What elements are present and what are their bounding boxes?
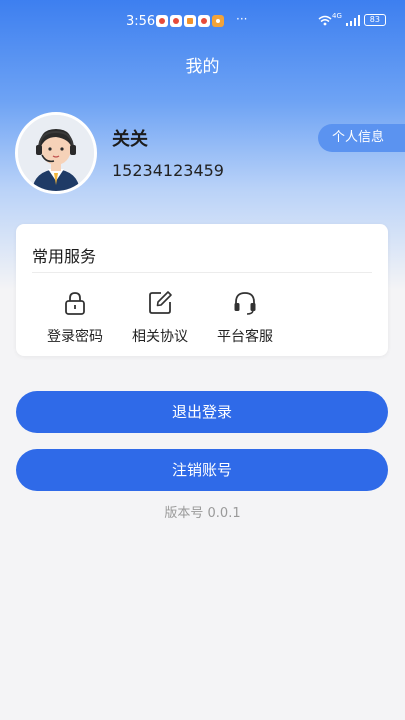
weibo-icon [156,15,168,27]
service-item-customer-service[interactable]: 平台客服 [200,290,290,346]
status-bar: 3:56 ··· 4G 83 [0,12,405,32]
headset-icon [234,292,256,315]
logout-button[interactable]: 退出登录 [16,391,388,433]
wifi-icon [318,15,332,25]
edit-icon [149,291,172,314]
services-card: 常用服务 登录密码 相关协议 平台客服 [16,224,388,356]
video-app-icon [184,15,196,27]
network-type: 4G [332,12,342,20]
services-title: 常用服务 [32,247,97,266]
app-icon [212,15,224,27]
avatar[interactable] [15,112,97,194]
status-time: 3:56 [126,14,156,29]
weibo-icon [198,15,210,27]
page-title: 我的 [185,57,220,77]
service-item-login-password[interactable]: 登录密码 [30,290,120,346]
user-phone: 15234123459 [112,161,224,180]
delete-account-button[interactable]: 注销账号 [16,449,388,491]
more-notifications: ··· [236,12,248,26]
weibo-icon [170,15,182,27]
service-item-label: 相关协议 [132,329,188,345]
customer-service-avatar-icon [18,115,94,191]
service-item-label: 登录密码 [47,329,103,345]
user-name: 关关 [112,129,148,150]
lock-icon [65,292,85,315]
status-indicators: 4G 83 [318,12,386,26]
version-label: 版本号 0.0.1 [164,506,241,521]
profile-button[interactable]: 个人信息 [318,124,405,152]
service-item-label: 平台客服 [217,329,273,345]
divider [32,272,372,273]
service-item-agreements[interactable]: 相关协议 [115,290,205,346]
battery-icon: 83 [363,14,386,26]
notification-icons [156,15,224,27]
signal-icon [345,14,360,26]
